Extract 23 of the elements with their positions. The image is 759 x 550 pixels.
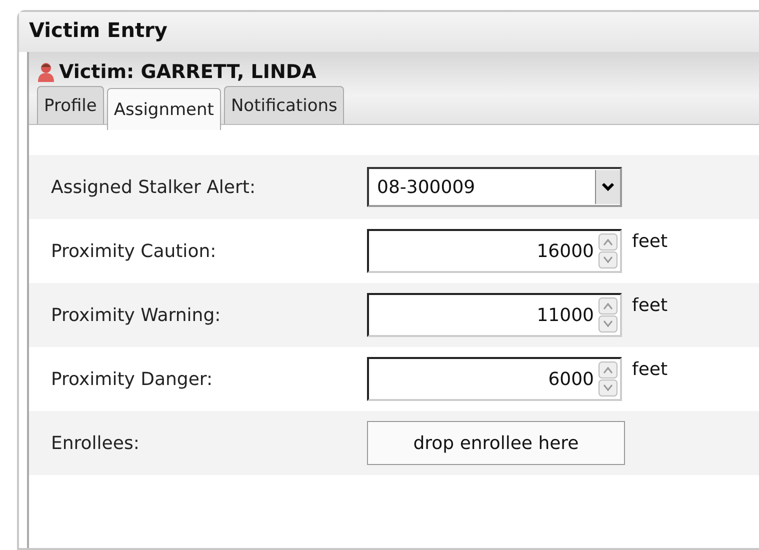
person-icon (37, 62, 55, 82)
tab[interactable]: Profile (37, 86, 104, 124)
number-field[interactable]: 11000 (367, 293, 622, 337)
unit-label: feet (632, 295, 668, 316)
number-field[interactable]: 6000 (367, 357, 622, 401)
field-label: Proximity Warning: (50, 304, 222, 326)
number-field[interactable]: 16000 (367, 229, 622, 273)
alert-dropdown[interactable]: 08-300009 (367, 167, 622, 207)
field-label: Proximity Danger: (50, 368, 214, 390)
spinner-arrows-icon[interactable] (598, 233, 618, 269)
field-label: Assigned Stalker Alert: (50, 176, 257, 198)
field-label: Enrollees: (50, 432, 140, 454)
tab[interactable]: Assignment (106, 88, 221, 130)
window-title: Victim Entry (29, 18, 168, 42)
spinner-arrows-icon[interactable] (598, 297, 618, 333)
tab[interactable]: Notifications (224, 86, 344, 124)
spinner-arrows-icon[interactable] (598, 361, 618, 397)
caret-icon[interactable] (595, 170, 620, 204)
field-label: Proximity Caution: (50, 240, 218, 262)
unit-label: feet (632, 359, 668, 380)
drop-zone[interactable]: drop enrollee here (367, 421, 625, 465)
unit-label: feet (632, 231, 668, 252)
victim-title: Victim: GARRETT, LINDA (59, 61, 316, 83)
